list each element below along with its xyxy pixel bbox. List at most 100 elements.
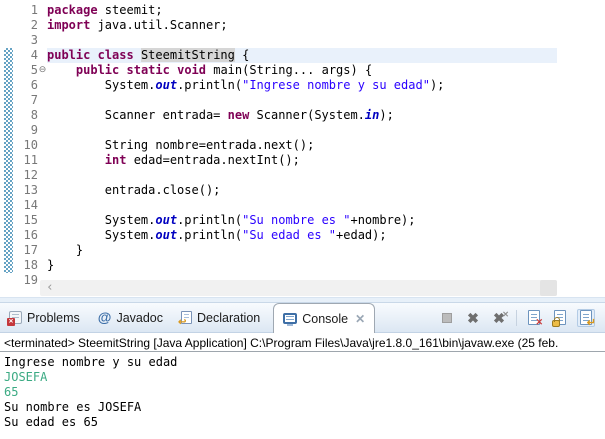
fold-column [38,123,47,138]
fold-column [38,108,47,123]
line-number[interactable]: 7 [0,93,38,108]
close-icon[interactable]: ✕ [355,312,365,326]
code-line[interactable]: 9 [0,123,605,138]
line-number[interactable]: 9 [0,123,38,138]
line-number[interactable]: 2 [0,18,38,33]
line-number[interactable]: 15 [0,213,38,228]
fold-column [38,48,47,63]
code-text: } [47,243,84,257]
code-text: System.out.println("Su nombre es "+nombr… [47,213,416,227]
problems-icon: ✕ [7,311,22,326]
toolbar-separator [516,309,517,326]
fold-column [38,228,47,243]
code-text: public class SteemitString { [47,48,557,63]
fold-column [38,168,47,183]
code-text: String nombre=entrada.next(); [47,138,315,152]
fold-collapse-icon[interactable]: ⊖ [38,63,47,78]
remove-all-terminated-icon[interactable]: ✖ ✕ [490,309,509,327]
fold-column [38,78,47,93]
horizontal-scrollbar[interactable]: ‹ [40,280,557,296]
fold-column [38,258,47,273]
fold-column [38,183,47,198]
fold-column [38,93,47,108]
line-number[interactable]: 11 [0,153,38,168]
console-line: Ingrese nombre y su edad [4,355,178,369]
tab-label: Problems [27,310,80,325]
tab-label: Declaration [197,310,261,325]
line-number[interactable]: 19 [0,273,38,288]
fold-column [38,198,47,213]
code-line[interactable]: 6 System.out.println("Ingrese nombre y s… [0,78,605,93]
tab-declaration[interactable]: Declaration [172,303,269,332]
bottom-view-tabbar: ✕ Problems @ Javadoc Declaration Console… [0,302,605,333]
line-number[interactable]: 12 [0,168,38,183]
tab-label: Javadoc [116,310,164,325]
line-number[interactable]: 8 [0,108,38,123]
tab-problems[interactable]: ✕ Problems [0,303,89,332]
line-number[interactable]: 3 [0,33,38,48]
code-line[interactable]: 3 [0,33,605,48]
console-line: Su edad es 65 [4,415,98,429]
scrollbar-end-block [540,280,557,296]
remove-launch-icon[interactable]: ✖ [464,309,482,327]
code-line[interactable]: 17 } [0,243,605,258]
clear-console-icon[interactable]: ✕ [525,309,543,327]
code-text: public static void main(String... args) … [75,63,373,77]
fold-column [38,213,47,228]
code-line[interactable]: 8 Scanner entrada= new Scanner(System.in… [0,108,605,123]
java-editor[interactable]: 1 package steemit; 2 import java.util.Scann… [0,0,605,297]
fold-column [38,243,47,258]
line-number[interactable]: 13 [0,183,38,198]
fold-column [38,33,47,48]
code-line[interactable]: 18} [0,258,605,273]
tab-console[interactable]: Console ✕ [273,303,376,333]
line-number[interactable]: 1 [0,3,38,18]
line-number[interactable]: 10 [0,138,38,153]
console-icon [283,313,298,326]
line-number[interactable]: 5 [0,63,38,78]
console-line: Su nombre es JOSEFA [4,400,142,414]
code-text: } [47,258,55,272]
code-text: System.out.println("Ingrese nombre y su … [47,78,445,92]
code-line[interactable]: 13 entrada.close(); [0,183,605,198]
code-text: entrada.close(); [47,183,221,197]
line-number[interactable]: 16 [0,228,38,243]
code-line[interactable]: 16 System.out.println("Su edad es "+edad… [0,228,605,243]
fold-column [38,18,47,33]
line-number[interactable]: 6 [0,78,38,93]
code-line[interactable]: 14 [0,198,605,213]
code-text: Scanner entrada= new Scanner(System.in); [47,108,394,122]
code-line[interactable]: 5 ⊖ public static void main(String... arg… [0,63,605,78]
console-title: <terminated> SteemitString [Java Applica… [0,333,605,352]
code-line[interactable]: 10 String nombre=entrada.next(); [0,138,605,153]
scroll-left-icon[interactable]: ‹ [40,281,54,295]
display-selected-console-icon[interactable]: ↵ [577,308,596,329]
occurrence-highlight: SteemitString [140,48,235,62]
console-output[interactable]: Ingrese nombre y su edad JOSEFA 65 Su nombr… [0,352,605,430]
scroll-lock-icon[interactable] [551,309,569,327]
code-line[interactable]: 12 [0,168,605,183]
tab-javadoc[interactable]: @ Javadoc [89,303,172,332]
declaration-icon [178,311,193,328]
line-number[interactable]: 17 [0,243,38,258]
fold-column [38,153,47,168]
terminate-icon[interactable] [438,309,456,327]
code-line[interactable]: 4 public class SteemitString { [0,48,605,63]
code-area[interactable]: 1 package steemit; 2 import java.util.Scann… [0,0,605,288]
code-line[interactable]: 2 import java.util.Scanner; [0,18,605,33]
line-number[interactable]: 14 [0,198,38,213]
fold-column [38,138,47,153]
console-line: JOSEFA [4,370,48,384]
console-toolbar: ✖ ✖ ✕ ✕ ↵ [438,303,605,332]
code-line[interactable]: 1 package steemit; [0,3,605,18]
code-line[interactable]: 7 [0,93,605,108]
line-number[interactable]: 18 [0,258,38,273]
code-text: package steemit; [47,3,163,17]
code-text: import java.util.Scanner; [47,18,228,32]
line-number[interactable]: 4 [0,48,38,63]
code-line[interactable]: 15 System.out.println("Su nombre es "+no… [0,213,605,228]
code-line[interactable]: 11 int edad=entrada.nextInt(); [0,153,605,168]
